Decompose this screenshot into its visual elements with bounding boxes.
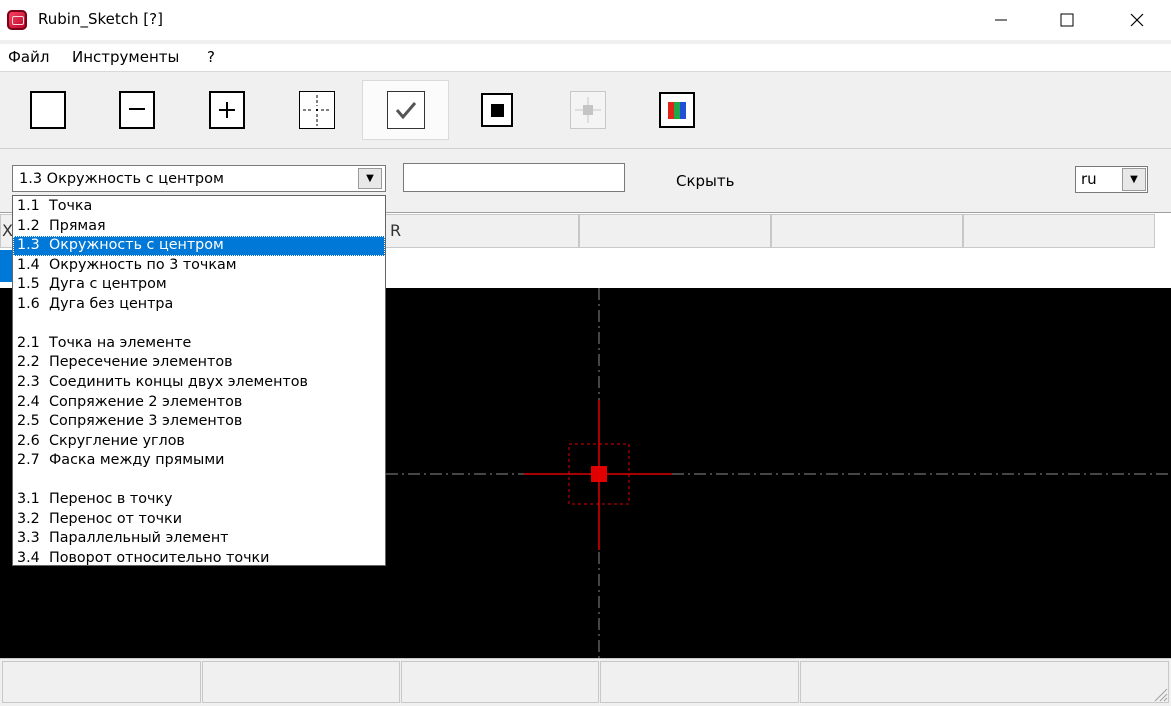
tool-crosshair-button[interactable]	[273, 80, 360, 140]
app-ruby-icon	[7, 10, 27, 30]
maximize-icon	[1060, 13, 1074, 27]
status-cell-1	[2, 661, 201, 703]
dropdown-option[interactable]: 3.2 Перенос от точки	[13, 510, 385, 530]
close-icon	[1130, 13, 1144, 27]
cursor-center-point	[591, 466, 607, 482]
maximize-button[interactable]	[1044, 0, 1090, 40]
dropdown-option-number: 3.3	[17, 530, 40, 546]
dropdown-option-number: 2.3	[17, 374, 40, 390]
grid-header-r-label: R	[390, 221, 402, 240]
checkmark-icon	[386, 91, 425, 129]
tool-minus-button[interactable]	[93, 80, 180, 140]
dropdown-option-label: Соединить концы двух элементов	[49, 374, 308, 390]
menu-file[interactable]: Файл	[8, 48, 49, 66]
tool-empty-button[interactable]	[4, 80, 91, 140]
menu-tools[interactable]: Инструменты	[72, 48, 179, 66]
dropdown-option-label: Параллельный элемент	[49, 530, 229, 546]
dropdown-option[interactable]: 1.4 Окружность по 3 точкам	[13, 256, 385, 276]
mode-combobox-value: 1.3 Окружность с центром	[19, 171, 224, 187]
status-cell-4	[600, 661, 799, 703]
dropdown-option[interactable]: 2.7 Фаска между прямыми	[13, 451, 385, 471]
dropdown-option-label: Окружность по 3 точкам	[49, 257, 237, 273]
dropdown-option-label: Прямая	[49, 218, 106, 234]
status-cell-3	[401, 661, 599, 703]
dropdown-option-label: Окружность с центром	[49, 237, 224, 253]
dropdown-option-number: 3.4	[17, 550, 40, 566]
dropdown-option-label: Сопряжение 3 элементов	[49, 413, 243, 429]
dropdown-option-number: 1.2	[17, 218, 40, 234]
chevron-down-icon[interactable]: ▼	[1122, 168, 1146, 191]
dropdown-option-label: Сопряжение 2 элементов	[49, 394, 243, 410]
dropdown-option-number: 2.1	[17, 335, 40, 351]
status-cell-5	[800, 661, 1169, 703]
dropdown-option-label: Точка на элементе	[49, 335, 192, 351]
dropdown-option[interactable]: 1.5 Дуга с центром	[13, 275, 385, 295]
color-bars-icon	[658, 92, 695, 128]
dropdown-option[interactable]: 2.6 Скругление углов	[13, 432, 385, 452]
grid-header-r[interactable]	[385, 214, 579, 248]
dropdown-option-number: 1.6	[17, 296, 40, 312]
dropdown-separator	[13, 471, 385, 491]
dropdown-option-number: 2.4	[17, 394, 40, 410]
dropdown-option-label: Дуга с центром	[49, 276, 167, 292]
dropdown-option-label: Поворот относительно точки	[49, 550, 270, 566]
menu-help[interactable]: ?	[207, 48, 215, 66]
tool-point-button[interactable]	[544, 80, 631, 140]
dropdown-option-label: Фаска между прямыми	[49, 452, 225, 468]
tool-stop-button[interactable]	[453, 80, 540, 140]
status-cell-2	[202, 661, 400, 703]
dropdown-option-label: Перенос от точки	[49, 511, 182, 527]
dropdown-option-label: Дуга без центра	[49, 296, 174, 312]
minus-square-icon	[118, 91, 155, 129]
close-button[interactable]	[1114, 0, 1160, 40]
dropdown-option-number: 2.7	[17, 452, 40, 468]
dropdown-option-number: 2.6	[17, 433, 40, 449]
grid-header-col6[interactable]	[963, 214, 1155, 248]
minimize-icon	[995, 19, 1007, 21]
point-disabled-icon	[569, 91, 606, 129]
filled-square-icon	[480, 93, 513, 127]
dropdown-option[interactable]: 2.3 Соединить концы двух элементов	[13, 373, 385, 393]
plus-square-icon	[208, 91, 245, 129]
dropdown-option[interactable]: 3.4 Поворот относительно точки	[13, 549, 385, 569]
dropdown-option-label: Точка	[49, 198, 93, 214]
dropdown-option[interactable]: 1.2 Прямая	[13, 217, 385, 237]
dropdown-option[interactable]: 3.1 Перенос в точку	[13, 490, 385, 510]
hide-button[interactable]: Скрыть	[676, 172, 734, 190]
resize-grip-icon[interactable]	[1152, 686, 1168, 702]
dropdown-option-number: 2.2	[17, 354, 40, 370]
dropdown-option-number: 2.5	[17, 413, 40, 429]
dropdown-option[interactable]: 1.6 Дуга без центра	[13, 295, 385, 315]
language-value: ru	[1081, 170, 1097, 188]
tool-colors-button[interactable]	[633, 80, 720, 140]
dropdown-option[interactable]: 2.4 Сопряжение 2 элементов	[13, 393, 385, 413]
dropdown-option-label: Пересечение элементов	[49, 354, 233, 370]
crosshair-icon	[298, 91, 335, 129]
dropdown-option[interactable]: 2.1 Точка на элементе	[13, 334, 385, 354]
dropdown-separator	[13, 314, 385, 334]
param-input[interactable]	[403, 163, 625, 192]
dropdown-option-number: 1.4	[17, 257, 40, 273]
grid-header-col5[interactable]	[771, 214, 963, 248]
tool-plus-button[interactable]	[183, 80, 270, 140]
tool-check-button[interactable]	[362, 80, 449, 140]
dropdown-option[interactable]: 3.3 Параллельный элемент	[13, 529, 385, 549]
dropdown-option-number: 3.1	[17, 491, 40, 507]
empty-square-icon	[29, 91, 66, 129]
chevron-down-icon[interactable]: ▼	[358, 168, 382, 189]
dropdown-option-number: 1.5	[17, 276, 40, 292]
window-title: Rubin_Sketch [?]	[38, 10, 163, 28]
dropdown-option-label: Скругление углов	[49, 433, 185, 449]
dropdown-option-label: Перенос в точку	[49, 491, 173, 507]
dropdown-option-number: 1.3	[17, 237, 40, 253]
dropdown-option-number: 1.1	[17, 198, 40, 214]
dropdown-option[interactable]: 1.3 Окружность с центром	[13, 236, 385, 256]
dropdown-option[interactable]: 1.1 Точка	[13, 197, 385, 217]
minimize-button[interactable]	[978, 0, 1024, 40]
dropdown-option-number: 3.2	[17, 511, 40, 527]
dropdown-option[interactable]: 2.5 Сопряжение 3 элементов	[13, 412, 385, 432]
grid-header-col4[interactable]	[579, 214, 771, 248]
dropdown-option[interactable]: 2.2 Пересечение элементов	[13, 353, 385, 373]
